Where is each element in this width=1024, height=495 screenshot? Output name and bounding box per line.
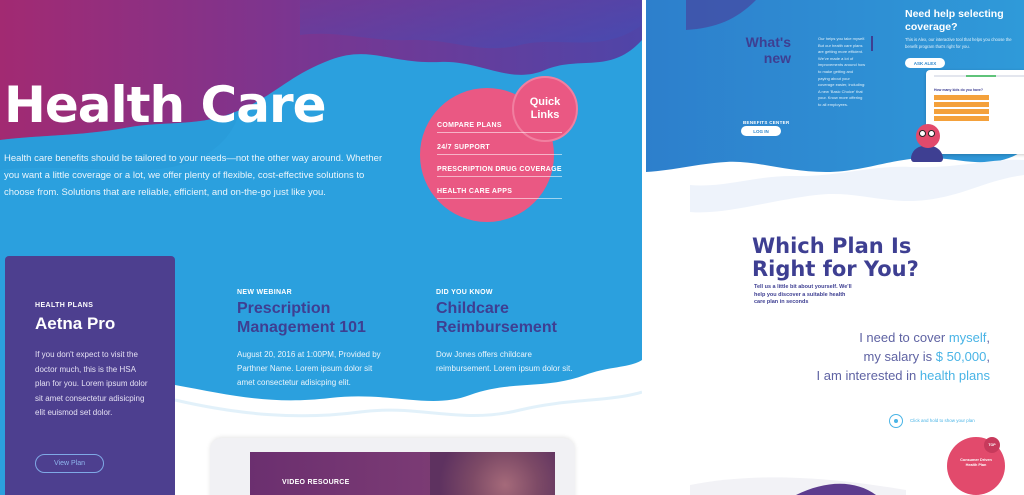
alex-question: How many kids do you have? [934, 88, 984, 92]
show-plan-label: Click and hold to show your plan [910, 418, 975, 423]
plan-card: HEALTH PLANS Aetna Pro If you don't expe… [5, 256, 175, 495]
view-plan-button[interactable]: View Plan [35, 454, 104, 473]
article-kicker: NEW WEBINAR [237, 289, 293, 296]
plan-finder-panel: What's new Our helps you take myself. But… [646, 0, 1024, 495]
show-plan-button[interactable] [889, 414, 903, 428]
whats-new-title: What's new [745, 34, 791, 66]
alex-mascot-icon [916, 124, 940, 148]
alex-tool-preview: How many kids do you have? [926, 70, 1024, 154]
plan-finder-subtitle: Tell us a little bit about yourself. We'… [754, 284, 852, 305]
answer-option [934, 109, 989, 114]
health-care-panel: Health Care Health care benefits should … [0, 0, 642, 495]
plan-card-description: If you don't expect to visit the doctor … [35, 350, 148, 417]
quick-links-title-line2: Links [530, 109, 560, 121]
interest-selector[interactable]: health plans [920, 368, 990, 383]
article-title: Prescription Management 101 [237, 300, 366, 336]
plan-finder-form: I need to cover myself, my salary is $ 5… [816, 330, 990, 383]
article-did-you-know[interactable]: DID YOU KNOW Childcare Reimbursement Dow … [436, 289, 586, 376]
quick-link-health-care-apps[interactable]: HEALTH CARE APPS [437, 188, 562, 199]
help-title: Need help selecting coverage? [905, 8, 1004, 33]
alex-mascot-body [911, 146, 943, 162]
ask-alex-button[interactable]: ASK ALEX [905, 58, 945, 68]
answer-option [934, 116, 989, 121]
quick-links-title-line1: Quick [529, 96, 561, 108]
plan-finder-title: Which Plan Is Right for You? [752, 234, 919, 281]
video-resource-card[interactable]: VIDEO RESOURCE [250, 452, 555, 495]
article-title: Childcare Reimbursement [436, 300, 557, 336]
quick-link-prescription-drug-coverage[interactable]: PRESCRIPTION DRUG COVERAGE [437, 166, 562, 177]
whats-new-divider [871, 36, 873, 51]
help-description: This is Alex, our interactive tool that … [905, 37, 1012, 49]
video-resource-label: VIDEO RESOURCE [282, 479, 350, 486]
plan-card-kicker: HEALTH PLANS [35, 302, 94, 309]
whats-new-body: Our helps you take myself. But our healt… [818, 36, 866, 107]
article-webinar[interactable]: NEW WEBINAR Prescription Management 101 A… [237, 289, 387, 390]
page-title: Health Care [4, 76, 327, 134]
article-body: Dow Jones offers childcare reimbursement… [436, 350, 573, 373]
article-body: August 20, 2016 at 1:00PM, Provided by P… [237, 350, 381, 387]
answer-option [934, 102, 989, 107]
video-thumbnail [430, 452, 555, 495]
plan-result-text: Consumer Driven Health Plan [960, 458, 992, 467]
progress-fill [966, 75, 996, 77]
quick-links-list: COMPARE PLANS 24/7 SUPPORT PRESCRIPTION … [437, 122, 562, 210]
salary-input[interactable]: $ 50,000 [936, 349, 987, 364]
plan-card-name: Aetna Pro [35, 314, 116, 333]
quick-link-compare-plans[interactable]: COMPARE PLANS [437, 122, 562, 133]
plan-result-badge: TOP [984, 437, 1000, 453]
hero-description: Health care benefits should be tailored … [4, 153, 383, 198]
log-in-button[interactable]: LOG IN [741, 126, 781, 136]
benefits-center-label: BENEFITS CENTER [743, 120, 790, 125]
coverage-selector[interactable]: myself [949, 330, 987, 345]
quick-link-support[interactable]: 24/7 SUPPORT [437, 144, 562, 155]
answer-option [934, 95, 989, 100]
article-kicker: DID YOU KNOW [436, 289, 493, 296]
